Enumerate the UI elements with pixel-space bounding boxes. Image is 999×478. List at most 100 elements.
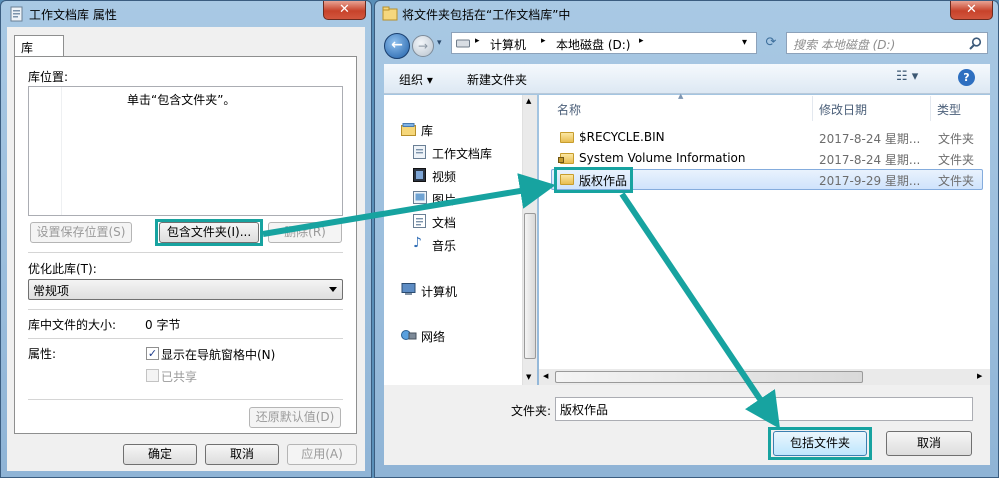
network-icon [401,330,417,340]
recent-pages-chevron-icon[interactable]: ▾ [437,38,442,48]
column-header-type[interactable]: 类型 [931,96,985,121]
organize-menu[interactable]: 组织 ▾ [399,71,433,88]
dialog-title: 将文件夹包括在“工作文档库”中 [402,8,571,22]
apply-button[interactable]: 应用(A) [287,444,357,465]
optimize-label: 优化此库(T): [28,262,97,276]
lock-icon [558,157,564,163]
search-placeholder: 搜索 本地磁盘 (D:) [793,38,896,52]
separator [28,399,343,400]
tab-library[interactable]: 库 [14,35,64,57]
drive-icon [456,39,470,48]
file-type: 文件夹 [938,174,975,188]
document-library-icon [413,145,426,159]
folder-icon [560,132,574,143]
library-icon [10,6,23,22]
library-size-value: 0 字节 [145,318,181,332]
music-icon: ♪ [413,235,422,251]
refresh-icon[interactable]: ⟳ [760,32,782,54]
nav-library[interactable]: 库 [421,122,433,139]
show-in-nav-label: 显示在导航窗格中(N) [161,348,276,362]
new-folder-button[interactable]: 新建文件夹 [467,71,527,88]
file-type: 文件夹 [938,132,975,146]
properties-cancel-button[interactable]: 取消 [205,444,279,465]
file-date: 2017-8-24 星期... [819,153,921,167]
shared-checkbox[interactable] [146,369,159,382]
optimize-select-value: 常规项 [33,284,70,298]
dialog-close-button[interactable]: ✕ [950,1,993,20]
computer-icon [401,283,416,295]
remove-button[interactable]: 删除(R) [268,222,342,243]
chevron-down-icon [329,287,337,292]
nav-network[interactable]: 网络 [421,328,445,345]
search-icon [969,37,982,50]
nav-library-item-music[interactable]: 音乐 [432,237,456,254]
scroll-right-icon[interactable]: ▶ [977,372,982,380]
column-header-name[interactable]: 名称 [551,96,813,121]
separator [28,338,343,339]
file-row-system-volume[interactable]: System Volume Information 2017-8-24 星期..… [551,148,983,169]
address-separator: ▸ [541,36,546,46]
library-folder-icon [401,123,416,136]
separator [28,252,343,253]
file-date: 2017-8-24 星期... [819,132,921,146]
file-row-recycle-bin[interactable]: $RECYCLE.BIN 2017-8-24 星期... 文件夹 [551,127,983,148]
address-segment-drive[interactable]: 本地磁盘 (D:) [556,36,630,53]
nav-scrollbar[interactable]: ▲ ▼ [522,95,537,385]
nav-library-item-video[interactable]: 视频 [432,168,456,185]
command-bar: 组织 ▾ 新建文件夹 ☷ ▾ ? [384,64,990,94]
back-button[interactable]: ← [384,33,410,59]
nav-library-item-documents[interactable]: 文档 [432,214,456,231]
properties-title: 工作文档库 属性 [29,8,117,22]
shared-label: 已共享 [161,370,198,384]
help-icon[interactable]: ? [958,69,975,86]
nav-library-item-pictures[interactable]: 图片 [432,191,456,208]
scroll-down-icon[interactable]: ▼ [526,373,531,381]
folder-field-label: 文件夹: [511,404,552,418]
include-folder-confirm-button[interactable]: 包括文件夹 [773,431,867,456]
folder-icon [560,174,574,185]
restore-defaults-button[interactable]: 还原默认值(D) [249,407,341,428]
dialog-cancel-button[interactable]: 取消 [886,431,972,456]
file-name: System Volume Information [579,151,746,165]
library-icon [382,6,398,21]
properties-close-button[interactable]: ✕ [323,1,366,20]
column-header-date[interactable]: 修改日期 [813,96,931,121]
address-segment-computer[interactable]: 计算机 [490,36,526,53]
video-icon [413,168,426,182]
address-separator: ▸ [639,36,644,46]
address-bar[interactable]: ▸ 计算机 ▸ 本地磁盘 (D:) ▸ ▾ [451,32,757,54]
pictures-icon [413,191,427,204]
library-size-label: 库中文件的大小: [28,318,117,332]
listbox-hint-text: 单击“包含文件夹”。 [127,93,236,107]
file-type: 文件夹 [938,153,975,167]
file-name: 版权作品 [579,174,628,188]
nav-library-item-work-docs[interactable]: 工作文档库 [432,145,492,162]
file-row-copyright-works[interactable]: 版权作品 2017-9-29 星期... 文件夹 [551,169,983,190]
properties-titlebar[interactable]: 工作文档库 属性 ✕ [1,1,371,27]
documents-icon [413,214,426,228]
file-date: 2017-9-29 星期... [819,174,921,188]
library-locations-list[interactable]: 单击“包含文件夹”。 [28,86,343,216]
nav-scroll-thumb[interactable] [524,213,536,359]
include-folder-button[interactable]: 包含文件夹(I)... [159,222,259,243]
show-in-nav-checkbox[interactable]: ✓ [146,347,159,360]
view-options-icon[interactable]: ☷ ▾ [896,69,918,84]
attributes-label: 属性: [28,347,57,361]
scroll-left-icon[interactable]: ◀ [543,372,548,380]
folder-name-input[interactable]: 版权作品 [555,397,973,421]
scroll-up-icon[interactable]: ▲ [526,97,531,105]
separator [28,309,343,310]
search-input[interactable]: 搜索 本地磁盘 (D:) [786,32,988,54]
address-dropdown-chevron-icon[interactable]: ▾ [742,37,747,48]
nav-computer[interactable]: 计算机 [421,283,457,300]
listbox-column-divider [61,87,62,215]
address-separator: ▸ [475,36,480,46]
file-hscrollbar[interactable]: ◀ ▶ [539,369,990,385]
forward-button[interactable]: → [412,35,434,57]
dialog-titlebar[interactable]: 将文件夹包括在“工作文档库”中 ✕ [375,1,998,27]
set-save-location-button[interactable]: 设置保存位置(S) [30,222,132,243]
optimize-select[interactable]: 常规项 [28,279,343,300]
file-hscroll-thumb[interactable] [555,371,863,383]
ok-button[interactable]: 确定 [123,444,197,465]
file-name: $RECYCLE.BIN [579,130,665,144]
